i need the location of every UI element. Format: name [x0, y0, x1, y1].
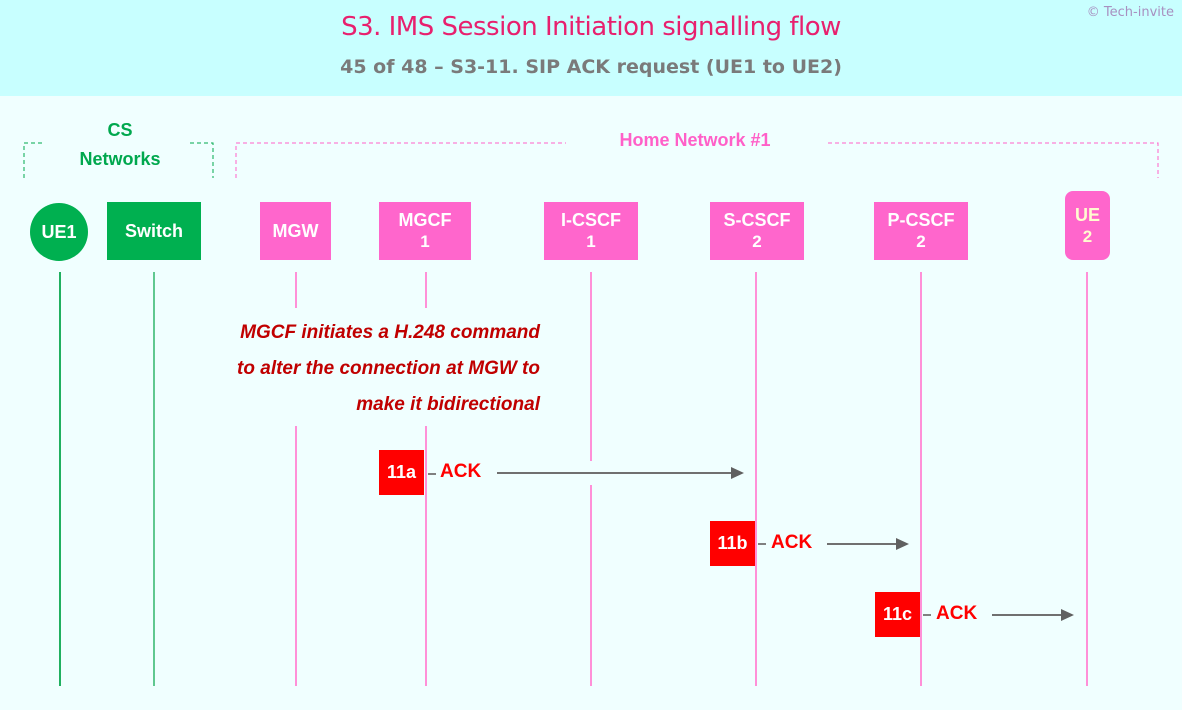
node-pcscf2-index: 2	[916, 232, 926, 251]
node-ue1-label: UE1	[41, 222, 77, 242]
message-11a-label[interactable]: ACK	[440, 461, 481, 483]
step-badge-11a[interactable]: 11a	[379, 450, 424, 495]
lifeline-mgw-lower	[295, 426, 297, 686]
node-ue2-label: UE	[1074, 204, 1100, 225]
node-icscf1-label: I-CSCF	[561, 210, 621, 230]
message-11c-label[interactable]: ACK	[936, 603, 977, 625]
step-badge-11b[interactable]: 11b	[710, 521, 755, 566]
message-11b-arrow	[827, 538, 909, 550]
node-ue1[interactable]: UE1	[30, 203, 88, 261]
home-network-label: Home Network #1	[619, 130, 771, 150]
lifeline-ue1	[59, 272, 61, 686]
lifeline-ue2	[1086, 272, 1088, 686]
note-line2: to alter the connection at MGW to	[237, 358, 540, 379]
step-badge-11c[interactable]: 11c	[875, 592, 920, 637]
node-scscf2-label: S-CSCF	[723, 210, 791, 230]
cs-networks-label: CS Networks	[60, 116, 180, 174]
lifeline-icscf1-lower	[590, 485, 592, 686]
node-icscf1[interactable]: I-CSCF 1	[544, 202, 638, 260]
node-mgcf1-index: 1	[420, 232, 430, 251]
node-mgcf1[interactable]: MGCF 1	[379, 202, 471, 260]
lifeline-icscf1	[590, 272, 592, 461]
node-mgw-label: MGW	[272, 221, 319, 241]
cs-label-line1: CS	[107, 120, 133, 140]
note-line1: MGCF initiates a H.248 command	[240, 322, 540, 343]
message-11a-tick	[428, 473, 436, 475]
node-pcscf2[interactable]: P-CSCF 2	[874, 202, 968, 260]
message-11a-arrow	[497, 467, 744, 479]
node-icscf1-index: 1	[586, 232, 596, 251]
node-switch-label: Switch	[124, 221, 183, 241]
node-mgw[interactable]: MGW	[260, 202, 331, 260]
message-11b-label[interactable]: ACK	[771, 532, 812, 554]
cs-label-line2: Networks	[79, 149, 161, 169]
node-scscf2[interactable]: S-CSCF 2	[710, 202, 804, 260]
lifeline-scscf2	[755, 272, 757, 686]
lifeline-mgcf1	[425, 272, 427, 308]
node-pcscf2-label: P-CSCF	[887, 210, 955, 230]
node-scscf2-index: 2	[752, 232, 762, 251]
mgcf-h248-note: MGCF initiates a H.248 command to alter …	[200, 315, 540, 423]
message-11c-tick	[923, 614, 931, 616]
node-switch[interactable]: Switch	[107, 202, 201, 260]
node-mgcf1-label: MGCF	[398, 210, 452, 230]
message-11b-tick	[758, 543, 766, 545]
lifeline-pcscf2	[920, 272, 922, 686]
lifeline-switch	[153, 272, 155, 686]
node-ue2-index: 2	[1082, 226, 1093, 246]
note-line3: make it bidirectional	[356, 394, 540, 415]
lifeline-mgcf1-lower	[425, 426, 427, 686]
lifeline-mgw	[295, 272, 297, 308]
message-11c-arrow	[992, 609, 1074, 621]
node-ue2[interactable]: UE 2	[1065, 191, 1110, 260]
